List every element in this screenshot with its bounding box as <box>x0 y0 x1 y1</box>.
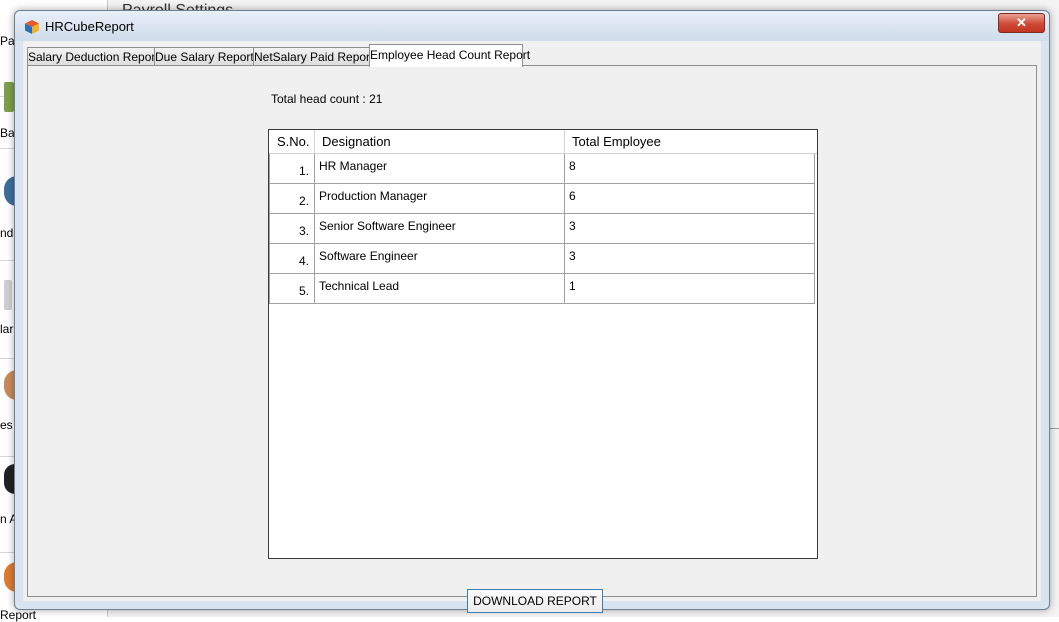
cell-sno: 5. <box>269 274 315 304</box>
total-head-count: Total head count : 21 <box>271 92 383 106</box>
tab-netsalary-paid-report[interactable]: NetSalary Paid Report <box>253 47 373 66</box>
column-header-designation[interactable]: Designation <box>315 130 565 153</box>
head-count-grid[interactable]: S.No. Designation Total Employee 1. HR M… <box>268 129 818 559</box>
sidebar-item-label: lar <box>0 322 14 336</box>
window-client-area: Salary Deduction Report Due Salary Repor… <box>23 41 1041 613</box>
cell-sno: 2. <box>269 184 315 214</box>
tab-employee-head-count-report[interactable]: Employee Head Count Report <box>369 44 530 67</box>
sidebar-item-label: Report <box>0 608 37 622</box>
window-title: HRCubeReport <box>45 19 134 34</box>
app-cube-icon <box>25 20 39 34</box>
download-report-button[interactable]: DOWNLOAD REPORT <box>467 589 603 613</box>
cell-designation: Production Manager <box>315 184 565 214</box>
cell-total-employee: 8 <box>565 154 815 184</box>
title-bar[interactable]: HRCubeReport ✕ <box>15 11 1049 41</box>
table-row[interactable]: 3. Senior Software Engineer 3 <box>269 214 815 244</box>
cell-designation: Software Engineer <box>315 244 565 274</box>
divider <box>1049 428 1059 429</box>
tab-due-salary-report[interactable]: Due Salary Report <box>154 47 254 66</box>
close-button[interactable]: ✕ <box>998 13 1045 33</box>
cell-designation: Technical Lead <box>315 274 565 304</box>
cell-sno: 1. <box>269 154 315 184</box>
table-row[interactable]: 2. Production Manager 6 <box>269 184 815 214</box>
cell-designation: Senior Software Engineer <box>315 214 565 244</box>
cell-sno: 4. <box>269 244 315 274</box>
tab-salary-deduction-report[interactable]: Salary Deduction Report <box>27 47 159 66</box>
tab-page-employee-head-count: Total head count : 21 S.No. Designation … <box>27 65 1037 613</box>
cell-total-employee: 3 <box>565 214 815 244</box>
grid-header: S.No. Designation Total Employee <box>269 130 817 154</box>
cell-total-employee: 1 <box>565 274 815 304</box>
calendar-icon <box>4 280 12 310</box>
table-row[interactable]: 5. Technical Lead 1 <box>269 274 815 304</box>
cell-total-employee: 6 <box>565 184 815 214</box>
cell-total-employee: 3 <box>565 244 815 274</box>
cell-sno: 3. <box>269 214 315 244</box>
table-row[interactable]: 1. HR Manager 8 <box>269 154 815 184</box>
close-icon: ✕ <box>1016 15 1027 30</box>
column-header-total-employee[interactable]: Total Employee <box>565 130 817 153</box>
bank-icon <box>4 82 14 112</box>
table-row[interactable]: 4. Software Engineer 3 <box>269 244 815 274</box>
column-header-sno[interactable]: S.No. <box>269 130 315 153</box>
cell-designation: HR Manager <box>315 154 565 184</box>
report-window: HRCubeReport ✕ Salary Deduction Report D… <box>14 10 1050 613</box>
sidebar-item-label: es <box>0 418 13 432</box>
